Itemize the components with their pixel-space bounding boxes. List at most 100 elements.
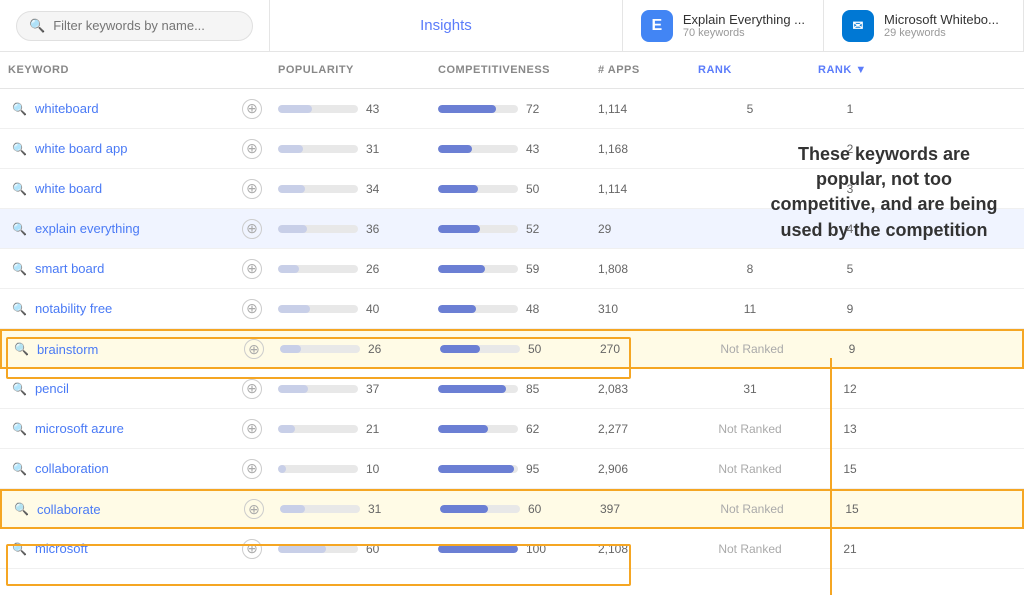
apps-cell: 1,114 (590, 102, 690, 116)
competitiveness-cell: 50 (432, 342, 592, 356)
popularity-bar-bg (278, 185, 358, 193)
competitiveness-value: 50 (528, 342, 552, 356)
popularity-bar-bg (278, 385, 358, 393)
competitiveness-bar-fill (438, 105, 496, 113)
keyword-link[interactable]: collaborate (37, 502, 101, 517)
add-keyword-button[interactable]: ⊕ (242, 99, 262, 119)
keyword-link[interactable]: white board (35, 181, 102, 196)
competitiveness-bar-bg (438, 425, 518, 433)
keyword-cell: 🔍 brainstorm ⊕ (2, 331, 272, 367)
th-rank-1[interactable]: RANK (690, 60, 810, 80)
add-keyword-button[interactable]: ⊕ (242, 379, 262, 399)
keyword-link[interactable]: whiteboard (35, 101, 99, 116)
add-keyword-button[interactable]: ⊕ (242, 219, 262, 239)
table-row: 🔍 white board app ⊕ 31 43 1,168 2 (0, 129, 1024, 169)
popularity-bar-bg (278, 465, 358, 473)
rank-cell-2: 21 (810, 542, 890, 556)
apps-cell: 2,906 (590, 462, 690, 476)
add-keyword-button[interactable]: ⊕ (244, 499, 264, 519)
popularity-value: 37 (366, 382, 390, 396)
app-tab-0[interactable]: E Explain Everything ... 70 keywords (623, 0, 824, 51)
table-row: 🔍 white board ⊕ 34 50 1,114 3 (0, 169, 1024, 209)
competitiveness-cell: 85 (430, 382, 590, 396)
popularity-value: 31 (366, 142, 390, 156)
popularity-bar-fill (278, 425, 295, 433)
th-rank-2[interactable]: RANK ▼ (810, 60, 890, 80)
app-tab-1[interactable]: ✉ Microsoft Whitebo... 29 keywords (824, 0, 1024, 51)
popularity-cell: 26 (272, 342, 432, 356)
rank-cell-1: 11 (690, 302, 810, 316)
keyword-link[interactable]: explain everything (35, 221, 140, 236)
apps-cell: 29 (590, 222, 690, 236)
competitiveness-cell: 43 (430, 142, 590, 156)
popularity-value: 60 (366, 542, 390, 556)
search-input[interactable] (53, 18, 240, 33)
competitiveness-bar-fill (440, 505, 488, 513)
competitiveness-bar-fill (438, 465, 514, 473)
keyword-link[interactable]: collaboration (35, 461, 109, 476)
keyword-link[interactable]: white board app (35, 141, 128, 156)
app-tab-name-1: Microsoft Whitebo... (884, 12, 999, 27)
search-area: 🔍 (0, 0, 270, 51)
keyword-cell: 🔍 white board app ⊕ (0, 131, 270, 167)
popularity-cell: 21 (270, 422, 430, 436)
search-icon-sm: 🔍 (12, 102, 27, 116)
keyword-link[interactable]: brainstorm (37, 342, 98, 357)
popularity-value: 10 (366, 462, 390, 476)
rank-cell-2: 5 (810, 262, 890, 276)
add-keyword-button[interactable]: ⊕ (242, 259, 262, 279)
popularity-cell: 31 (272, 502, 432, 516)
competitiveness-value: 48 (526, 302, 550, 316)
app-icon-1: ✉ (842, 10, 874, 42)
keyword-link[interactable]: microsoft azure (35, 421, 124, 436)
keyword-link[interactable]: notability free (35, 301, 112, 316)
th-competitiveness: COMPETITIVENESS (430, 60, 590, 80)
competitiveness-bar-bg (438, 545, 518, 553)
competitiveness-cell: 100 (430, 542, 590, 556)
search-icon-sm: 🔍 (12, 142, 27, 156)
rank-cell-2: 12 (810, 382, 890, 396)
add-keyword-button[interactable]: ⊕ (242, 139, 262, 159)
competitiveness-bar-fill (438, 225, 480, 233)
search-icon-sm: 🔍 (12, 262, 27, 276)
popularity-bar-fill (278, 105, 312, 113)
search-icon: 🔍 (29, 18, 45, 34)
rank-cell-1: Not Ranked (690, 422, 810, 436)
apps-cell: 270 (592, 342, 692, 356)
competitiveness-value: 100 (526, 542, 550, 556)
keyword-cell: 🔍 pencil ⊕ (0, 371, 270, 407)
add-keyword-button[interactable]: ⊕ (242, 179, 262, 199)
competitiveness-value: 50 (526, 182, 550, 196)
annotation-line-2 (830, 565, 832, 595)
popularity-bar-fill (280, 505, 305, 513)
popularity-bar-fill (278, 185, 305, 193)
add-keyword-button[interactable]: ⊕ (242, 459, 262, 479)
search-icon-sm: 🔍 (14, 342, 29, 356)
popularity-bar-bg (278, 425, 358, 433)
rank-cell-1: Not Ranked (690, 462, 810, 476)
add-keyword-button[interactable]: ⊕ (242, 299, 262, 319)
insights-tab[interactable]: Insights (270, 0, 623, 51)
rank-cell-2: 1 (810, 102, 890, 116)
apps-cell: 1,114 (590, 182, 690, 196)
apps-cell: 1,168 (590, 142, 690, 156)
add-keyword-button[interactable]: ⊕ (242, 419, 262, 439)
popularity-bar-bg (278, 265, 358, 273)
add-keyword-button[interactable]: ⊕ (242, 539, 262, 559)
apps-cell: 310 (590, 302, 690, 316)
rank-cell-2: 15 (810, 462, 890, 476)
search-input-wrapper[interactable]: 🔍 (16, 11, 253, 41)
popularity-cell: 60 (270, 542, 430, 556)
competitiveness-value: 43 (526, 142, 550, 156)
add-keyword-button[interactable]: ⊕ (244, 339, 264, 359)
popularity-value: 26 (368, 342, 392, 356)
keyword-cell: 🔍 collaborate ⊕ (2, 491, 272, 527)
keyword-link[interactable]: microsoft (35, 541, 88, 556)
keyword-link[interactable]: pencil (35, 381, 69, 396)
competitiveness-value: 59 (526, 262, 550, 276)
competitiveness-value: 95 (526, 462, 550, 476)
keyword-link[interactable]: smart board (35, 261, 104, 276)
competitiveness-value: 60 (528, 502, 552, 516)
popularity-bar-fill (278, 545, 326, 553)
competitiveness-bar-bg (438, 185, 518, 193)
